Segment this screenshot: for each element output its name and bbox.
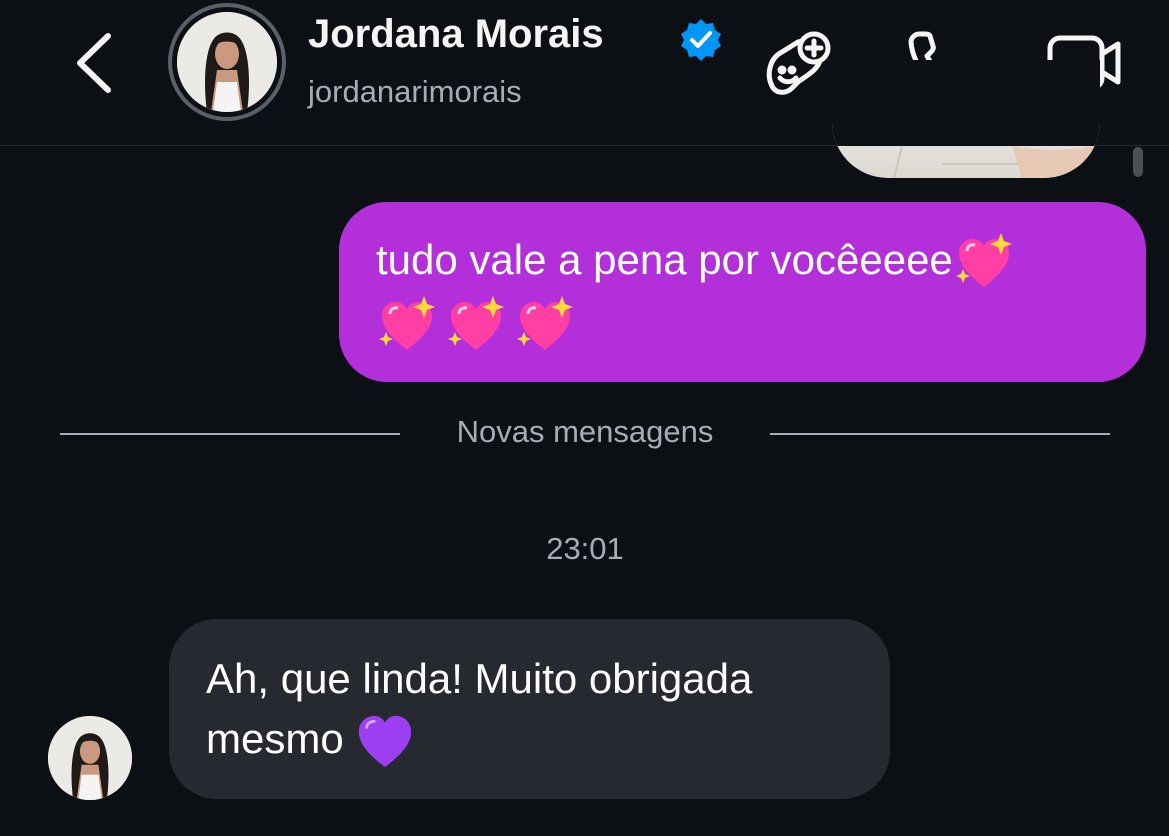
sent-message-line-1: tudo vale a pena por vocêeeee: [376, 230, 1110, 293]
received-message-line-1: Ah, que linda! Muito obrigada: [206, 655, 753, 702]
avatar-photo: [177, 12, 277, 112]
sparkling-heart-icon: [448, 295, 504, 350]
chevron-left-icon: [77, 33, 111, 93]
received-message-text: mesmo: [206, 715, 344, 762]
contact-name[interactable]: Jordana Morais: [308, 12, 604, 57]
new-messages-divider-right: [770, 433, 1110, 435]
sender-avatar[interactable]: [48, 716, 132, 800]
contact-handle: jordanarimorais: [308, 74, 522, 109]
game-button[interactable]: [762, 30, 838, 98]
back-button[interactable]: [66, 26, 126, 96]
scrollbar[interactable]: [1133, 147, 1143, 177]
verified-badge-icon: [681, 19, 721, 61]
dm-thread-screen: Jordana Morais jordanarimorais tudo vale…: [0, 0, 1169, 836]
sparkling-heart-icon: [379, 295, 435, 350]
sent-message-text: tudo vale a pena por vocêeeee: [376, 236, 953, 283]
received-message-line-2: mesmo: [206, 709, 854, 771]
purple-heart-icon: [359, 715, 412, 768]
received-message-bubble[interactable]: Ah, que linda! Muito obrigada mesmo: [169, 619, 890, 799]
sparkling-heart-icon: [517, 295, 573, 350]
sparkling-heart-icon: [955, 232, 1012, 287]
new-messages-divider-label: Novas mensagens: [456, 414, 714, 449]
sent-message-bubble[interactable]: tudo vale a pena por vocêeeee: [339, 202, 1146, 382]
previous-media-message[interactable]: [832, 60, 1100, 178]
message-timestamp: 23:01: [546, 531, 624, 566]
contact-avatar[interactable]: [168, 3, 286, 121]
game-controller-add-icon: [766, 31, 831, 95]
avatar-photo: [48, 716, 132, 800]
sent-message-line-2: [376, 293, 1110, 356]
new-messages-divider-left: [60, 433, 400, 435]
